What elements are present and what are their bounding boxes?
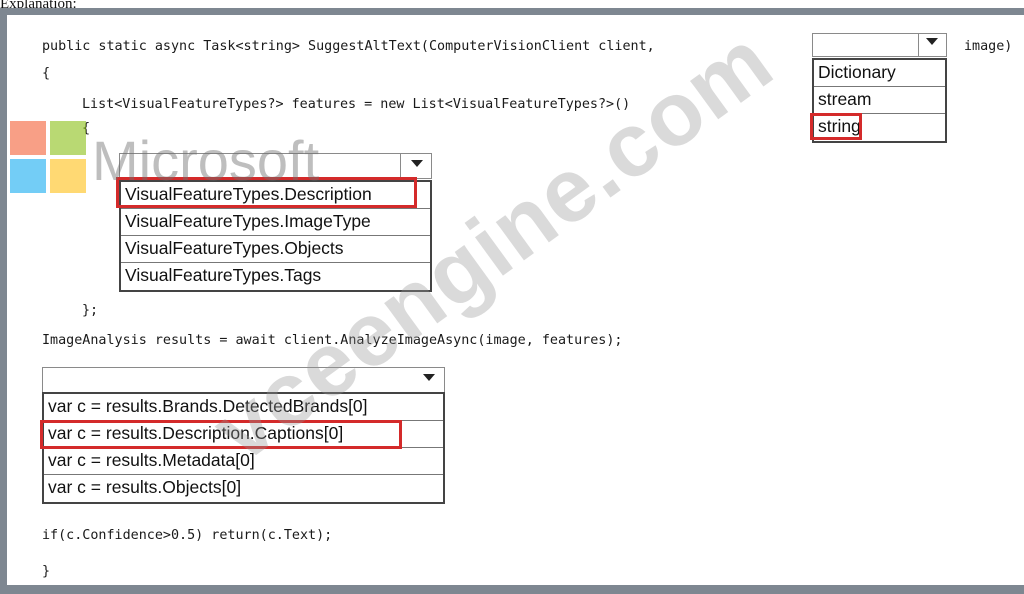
feature-type-option[interactable]: VisualFeatureTypes.Objects [121,236,430,263]
feature-type-option-selected[interactable]: VisualFeatureTypes.Description [121,182,430,209]
return-type-option[interactable]: stream [814,87,945,114]
code-line-return: if(c.Confidence>0.5) return(c.Text); [42,528,333,543]
feature-type-dropdown[interactable] [119,153,432,179]
return-type-option[interactable]: Dictionary [814,60,945,87]
code-line-signature-tail: image) [964,39,1013,54]
question-frame: public static async Task<string> Suggest… [0,8,1024,594]
code-line-features: List<VisualFeatureTypes?> features = new… [82,97,631,112]
code-panel: public static async Task<string> Suggest… [7,15,1024,585]
code-line-open-brace: { [42,66,51,81]
code-line-analyze: ImageAnalysis results = await client.Ana… [42,333,623,348]
microsoft-logo-watermark [0,121,86,199]
return-type-dropdown[interactable] [812,33,947,57]
code-line-list-close: }; [82,303,99,318]
feature-type-option[interactable]: VisualFeatureTypes.Tags [121,263,430,290]
result-dropdown[interactable] [42,367,445,393]
chevron-down-icon [423,374,435,381]
chevron-down-icon [926,38,938,45]
return-type-options: Dictionary stream string [812,58,947,143]
result-option[interactable]: var c = results.Brands.DetectedBrands[0] [44,394,443,421]
code-line-close-brace: } [42,564,51,579]
result-option-selected[interactable]: var c = results.Description.Captions[0] [44,421,443,448]
return-type-option-selected[interactable]: string [814,114,945,141]
result-option[interactable]: var c = results.Objects[0] [44,475,443,502]
feature-type-option[interactable]: VisualFeatureTypes.ImageType [121,209,430,236]
result-option[interactable]: var c = results.Metadata[0] [44,448,443,475]
result-options: var c = results.Brands.DetectedBrands[0]… [42,392,445,504]
chevron-down-icon [411,160,423,167]
feature-type-options: VisualFeatureTypes.Description VisualFea… [119,180,432,292]
code-line-signature: public static async Task<string> Suggest… [42,39,655,54]
